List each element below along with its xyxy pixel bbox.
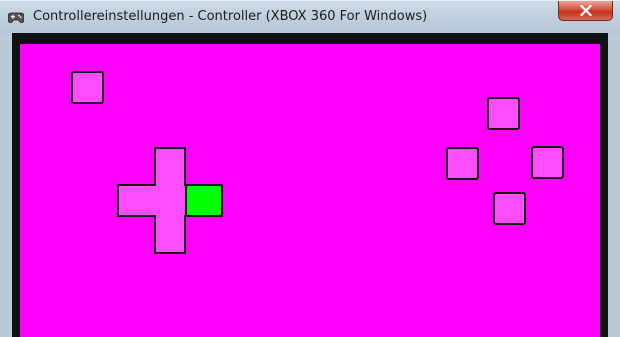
close-button[interactable] [558, 1, 613, 21]
title-bar[interactable]: Controllereinstellungen - Controller (XB… [0, 1, 620, 34]
dpad-left-button[interactable] [117, 184, 154, 217]
face-button-left[interactable] [446, 147, 479, 180]
dpad [117, 147, 223, 254]
controller-settings-window: Controllereinstellungen - Controller (XB… [0, 0, 620, 337]
window-title: Controllereinstellungen - Controller (XB… [33, 9, 428, 24]
dpad-right-button[interactable] [185, 184, 223, 217]
close-icon [580, 5, 592, 16]
face-button-top[interactable] [487, 97, 520, 130]
controller-canvas [20, 44, 600, 337]
face-button-right[interactable] [531, 146, 564, 179]
gamepad-icon [8, 12, 24, 23]
dpad-up-button[interactable] [154, 147, 186, 185]
dpad-down-button[interactable] [154, 216, 186, 254]
face-button-bottom[interactable] [493, 192, 526, 225]
